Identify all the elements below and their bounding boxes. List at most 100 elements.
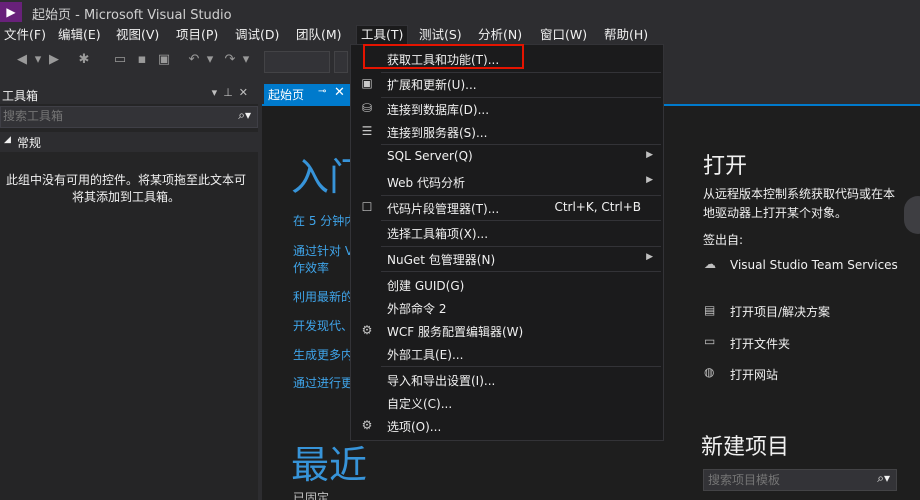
toolbox-window-controls[interactable]: ▾⊥✕ (212, 86, 254, 99)
back-icon[interactable]: ◀ (14, 52, 30, 68)
menu-item-web-code-analysis[interactable]: Web 代码分析 ▶ (351, 171, 663, 193)
menu-item-snippets-manager[interactable]: ☐ 代码片段管理器(T)... Ctrl+K, Ctrl+B (351, 197, 663, 219)
menu-debug[interactable]: 调试(D) (231, 26, 283, 44)
menu-item-label: 选项(O)... (387, 420, 442, 434)
open-description: 从远程版本控制系统获取代码或在本地驱动器上打开某个对象。 (703, 187, 896, 220)
menu-analyze[interactable]: 分析(N) (474, 26, 526, 44)
menu-item-label: Web 代码分析 (387, 176, 465, 190)
team-services-link[interactable]: Visual Studio Team Services (730, 258, 898, 272)
back-dropdown-icon[interactable]: ▾ (30, 52, 46, 68)
open-file-icon[interactable]: ▭ (112, 52, 128, 68)
toolbox-title: 工具箱 (2, 89, 39, 103)
menu-item-external-command-2[interactable]: 外部命令 2 (351, 297, 663, 319)
menu-item-label: WCF 服务配置编辑器(W) (387, 325, 524, 339)
menu-separator (381, 220, 661, 221)
open-folder-icon: ▭ (704, 334, 716, 348)
menu-test[interactable]: 测试(S) (415, 26, 466, 44)
get-started-link-4[interactable]: 开发现代、 (293, 317, 353, 334)
open-website-link[interactable]: 打开网站 (730, 366, 778, 383)
configuration-combo[interactable] (264, 51, 330, 73)
database-connect-icon: ⛁ (361, 101, 373, 115)
platform-combo[interactable] (334, 51, 348, 73)
toolbox-panel: 工具箱 ▾⊥✕ ⌕▾ ◢ 常规 此组中没有可用的控件。将某项拖至此文本可将其添加… (0, 84, 258, 500)
toolbox-group-label: 常规 (17, 136, 42, 150)
window-title: 起始页 - Microsoft Visual Studio (32, 8, 232, 23)
cloud-icon: ☁ (704, 257, 716, 271)
menu-item-shortcut: Ctrl+K, Ctrl+B (554, 200, 641, 214)
menu-item-create-guid[interactable]: 创建 GUID(G) (351, 274, 663, 296)
template-search[interactable]: ⌕▾ (703, 469, 897, 491)
toolbox-group-general[interactable]: ◢ 常规 (0, 132, 258, 152)
tools-menu: 获取工具和功能(T)... ▣ 扩展和更新(U)... ⛁ 连接到数据库(D).… (350, 44, 664, 441)
menu-file[interactable]: 文件(F) (0, 26, 50, 44)
search-icon[interactable]: ⌕▾ (877, 471, 890, 486)
get-started-link-5[interactable]: 生成更多内 (293, 346, 353, 363)
search-icon[interactable]: ⌕▾ (238, 108, 251, 123)
undo-icon[interactable]: ↶ (186, 52, 202, 68)
open-project-link[interactable]: 打开项目/解决方案 (730, 303, 830, 320)
menu-item-nuget[interactable]: NuGet 包管理器(N) ▶ (351, 248, 663, 270)
options-gear-icon: ⚙ (361, 418, 373, 432)
new-project-title: 新建项目 (701, 435, 790, 460)
menu-item-label: NuGet 包管理器(N) (387, 253, 496, 267)
menu-item-wcf-config[interactable]: ⚙ WCF 服务配置编辑器(W) (351, 320, 663, 342)
redo-icon[interactable]: ↷ (222, 52, 238, 68)
menu-item-label: SQL Server(Q) (387, 149, 473, 163)
recent-title: 最近 (291, 443, 368, 487)
tab-start-page[interactable]: 起始页 ⊸ ✕ (264, 84, 350, 104)
get-started-link-2b[interactable]: 作效率 (293, 259, 329, 276)
menu-project[interactable]: 项目(P) (172, 26, 222, 44)
close-icon[interactable]: ✕ (334, 85, 345, 100)
menu-item-label: 外部命令 2 (387, 302, 447, 316)
menu-separator (381, 366, 661, 367)
menu-view[interactable]: 视图(V) (112, 26, 163, 44)
menu-item-connect-db[interactable]: ⛁ 连接到数据库(D)... (351, 98, 663, 120)
undo-dropdown-icon[interactable]: ▾ (202, 52, 218, 68)
pin-icon[interactable]: ⊸ (318, 86, 326, 97)
forward-icon[interactable]: ▶ (46, 52, 62, 68)
open-section-title: 打开 (703, 154, 748, 179)
template-search-input[interactable] (708, 472, 858, 487)
menu-item-customize[interactable]: 自定义(C)... (351, 392, 663, 414)
menu-team[interactable]: 团队(M) (292, 26, 346, 44)
menu-item-options[interactable]: ⚙ 选项(O)... (351, 415, 663, 437)
recent-pinned-label: 已固定 (293, 491, 330, 500)
menu-item-external-tools[interactable]: 外部工具(E)... (351, 343, 663, 365)
get-started-link-6[interactable]: 通过进行更 (293, 374, 353, 391)
save-all-icon[interactable]: ▣ (156, 52, 172, 68)
save-icon[interactable]: ▪ (134, 52, 150, 68)
menu-item-connect-server[interactable]: ☰ 连接到服务器(S)... (351, 121, 663, 143)
menu-item-import-export[interactable]: 导入和导出设置(I)... (351, 369, 663, 391)
extensions-icon: ▣ (361, 76, 373, 90)
toolbox-search[interactable]: ⌕▾ (0, 106, 258, 128)
toolbox-search-input[interactable] (3, 108, 219, 124)
menu-item-sql-server[interactable]: SQL Server(Q) ▶ (351, 146, 663, 168)
menu-window[interactable]: 窗口(W) (536, 26, 591, 44)
title-bar: ▶ 起始页 - Microsoft Visual Studio (0, 0, 920, 24)
get-started-link-3[interactable]: 利用最新的 (293, 288, 353, 305)
get-started-link-1[interactable]: 在 5 分钟内 (293, 212, 356, 229)
scroll-button[interactable] (904, 196, 920, 234)
menu-item-label: 自定义(C)... (387, 397, 453, 411)
checkbox-icon: ☐ (361, 200, 373, 214)
menu-tools[interactable]: 工具(T) (356, 25, 409, 44)
menu-separator (381, 195, 661, 196)
get-started-link-2[interactable]: 通过针对 V (293, 242, 353, 259)
submenu-arrow-icon: ▶ (646, 175, 653, 185)
open-folder-link[interactable]: 打开文件夹 (730, 335, 790, 352)
menu-help[interactable]: 帮助(H) (600, 26, 652, 44)
server-connect-icon: ☰ (361, 124, 373, 138)
menu-edit[interactable]: 编辑(E) (54, 26, 105, 44)
redo-dropdown-icon[interactable]: ▾ (238, 52, 254, 68)
menu-item-label: 连接到服务器(S)... (387, 126, 488, 140)
menu-item-label: 导入和导出设置(I)... (387, 374, 496, 388)
menu-item-label: 外部工具(E)... (387, 348, 464, 362)
toolbox-header: 工具箱 ▾⊥✕ (0, 84, 258, 104)
menu-item-extensions[interactable]: ▣ 扩展和更新(U)... (351, 73, 663, 95)
collapse-arrow-icon[interactable]: ◢ (4, 135, 11, 145)
menu-item-label: 扩展和更新(U)... (387, 78, 477, 92)
vs-logo-icon: ▶ (0, 2, 22, 22)
menu-item-label: 代码片段管理器(T)... (387, 202, 500, 216)
menu-item-choose-toolbox[interactable]: 选择工具箱项(X)... (351, 222, 663, 244)
new-project-icon[interactable]: ✱ (76, 52, 92, 68)
